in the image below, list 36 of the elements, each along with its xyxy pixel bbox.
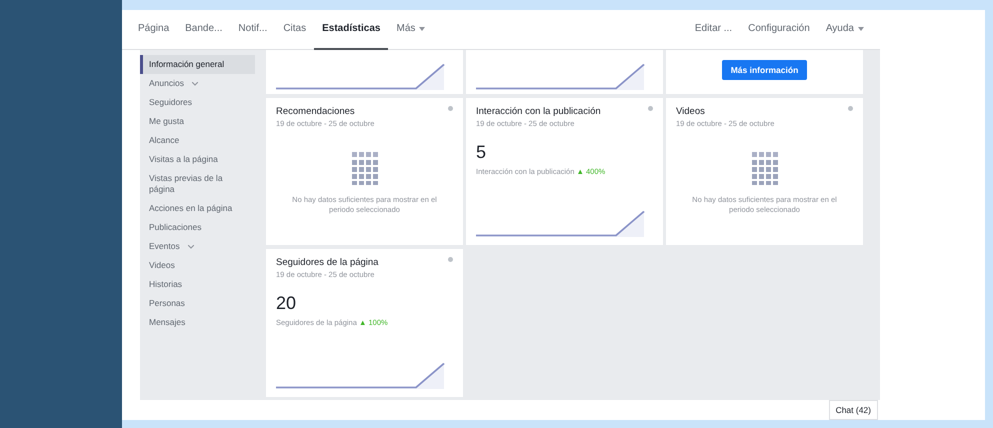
card-title: Interacción con la publicación bbox=[476, 106, 601, 117]
dot-icon[interactable] bbox=[848, 106, 853, 111]
sidebar-item[interactable]: Alcance bbox=[140, 131, 255, 150]
more-info-button[interactable]: Más información bbox=[722, 60, 808, 80]
sidebar-item[interactable]: Me gusta bbox=[140, 112, 255, 131]
sidebar-item[interactable]: Eventos bbox=[140, 237, 255, 256]
nav-tab[interactable]: Página bbox=[130, 10, 178, 50]
nav-tab[interactable]: Citas bbox=[275, 10, 314, 50]
nav-tab[interactable]: Bande... bbox=[177, 10, 230, 50]
nav-link[interactable]: Editar ... bbox=[686, 10, 740, 50]
sidebar-item[interactable]: Publicaciones bbox=[140, 218, 255, 237]
sidebar-item[interactable]: Videos bbox=[140, 256, 255, 275]
sidebar-item[interactable]: Mensajes bbox=[140, 313, 255, 332]
metric-value: 20 bbox=[276, 293, 298, 314]
grid-icon bbox=[750, 150, 778, 184]
sidebar-item[interactable]: Seguidores bbox=[140, 93, 255, 112]
nav-tab[interactable]: Notif... bbox=[230, 10, 276, 50]
card-title: Recomendaciones bbox=[276, 106, 355, 117]
chat-tab[interactable]: Chat (42) bbox=[828, 400, 878, 420]
sidebar-item[interactable]: Personas bbox=[140, 294, 255, 313]
card-title: Seguidores de la página bbox=[276, 257, 378, 268]
dot-icon[interactable] bbox=[648, 106, 653, 111]
dot-icon[interactable] bbox=[448, 257, 453, 262]
sidebar-item[interactable]: Vistas previas de la página bbox=[140, 169, 255, 199]
sidebar-item[interactable]: Anuncios bbox=[140, 74, 255, 93]
grid-icon bbox=[350, 150, 378, 184]
metric-value: 5 bbox=[476, 142, 488, 163]
sidebar-item[interactable]: Información general bbox=[140, 55, 255, 74]
sidebar-item[interactable]: Historias bbox=[140, 275, 255, 294]
nav-link[interactable]: Ayuda bbox=[818, 10, 872, 50]
nav-link[interactable]: Configuración bbox=[740, 10, 818, 50]
sidebar-item[interactable]: Acciones en la página bbox=[140, 199, 255, 218]
sidebar-item[interactable]: Visitas a la página bbox=[140, 150, 255, 169]
card-title: Videos bbox=[676, 106, 705, 117]
nav-tab[interactable]: Más bbox=[388, 10, 434, 50]
dot-icon[interactable] bbox=[448, 106, 453, 111]
